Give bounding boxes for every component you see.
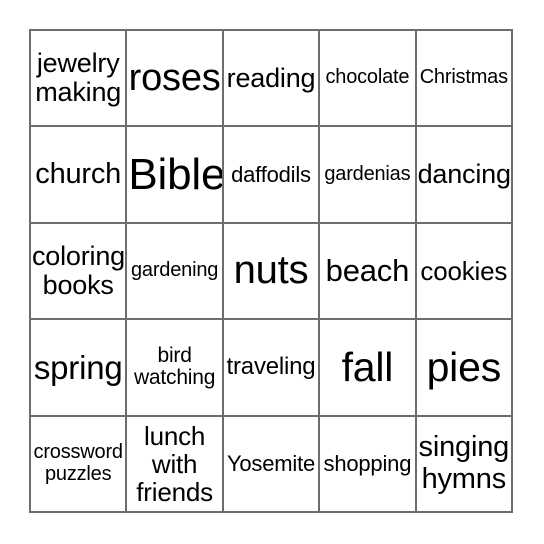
bingo-cell[interactable]: daffodils [223, 127, 321, 224]
bingo-cell-label: Bible [128, 149, 224, 199]
bingo-cell[interactable]: nuts [223, 223, 321, 321]
bingo-card-grid: jewelry making roses reading chocolate Chris… [29, 29, 513, 513]
bingo-cell[interactable]: Yosemite [223, 416, 321, 513]
bingo-cell[interactable]: crossword puzzles [31, 416, 128, 513]
bingo-cell-label: cookies [420, 255, 508, 286]
bingo-cell-label: roses [128, 56, 221, 99]
bingo-cell-label: crossword puzzles [33, 441, 124, 485]
bingo-cell[interactable]: church [31, 127, 128, 224]
bingo-cell-label: church [35, 157, 122, 190]
bingo-cell[interactable]: Christmas [416, 31, 513, 128]
bingo-cell-label: dancing [417, 159, 511, 190]
bingo-cell-label: gardenias [324, 162, 411, 185]
bingo-cell-label: daffodils [231, 161, 311, 187]
bingo-cell[interactable]: gardening [127, 223, 224, 321]
bingo-cell-label: Yosemite [226, 450, 316, 476]
bingo-cell-label: jewelry making [35, 48, 122, 108]
bingo-cell[interactable]: jewelry making [31, 31, 128, 128]
bingo-cell[interactable]: shopping [320, 416, 417, 513]
bingo-cell[interactable]: dancing [416, 127, 513, 224]
bingo-cell-label: bird watching [133, 343, 216, 390]
bingo-cell-label: shopping [323, 450, 412, 476]
bingo-cell[interactable]: pies [416, 320, 513, 417]
bingo-cell[interactable]: singing hymns [416, 416, 513, 513]
bingo-cell-label: gardening [131, 259, 219, 282]
bingo-cell[interactable]: chocolate [320, 31, 417, 128]
bingo-cell[interactable]: bird watching [127, 320, 224, 417]
bingo-cell-label: chocolate [325, 66, 410, 89]
bingo-cell-label: fall [341, 344, 394, 391]
bingo-cell-label: Christmas [419, 66, 508, 89]
bingo-cell[interactable]: lunch with friends [127, 416, 224, 513]
bingo-cell-label: reading [226, 62, 316, 93]
bingo-cell[interactable]: spring [31, 320, 128, 417]
bingo-cell-label: spring [33, 348, 123, 386]
bingo-cell[interactable]: roses [127, 31, 224, 128]
bingo-cell[interactable]: cookies [416, 223, 513, 321]
bingo-cell[interactable]: fall [320, 320, 417, 417]
bingo-cell-label: beach [325, 253, 410, 289]
bingo-cell[interactable]: traveling [223, 320, 321, 417]
bingo-cell-label: coloring books [32, 240, 125, 300]
bingo-cell[interactable]: coloring books [31, 223, 128, 321]
bingo-cell-label: pies [426, 344, 502, 391]
bingo-cell[interactable]: beach [320, 223, 417, 321]
bingo-cell[interactable]: gardenias [320, 127, 417, 224]
bingo-cell[interactable]: Bible [127, 127, 224, 224]
bingo-cell[interactable]: reading [223, 31, 321, 128]
bingo-cell-label: singing hymns [418, 431, 510, 495]
bingo-cell-label: traveling [226, 353, 316, 381]
bingo-cell-label: nuts [233, 248, 309, 293]
bingo-cell-label: lunch with friends [136, 420, 213, 507]
